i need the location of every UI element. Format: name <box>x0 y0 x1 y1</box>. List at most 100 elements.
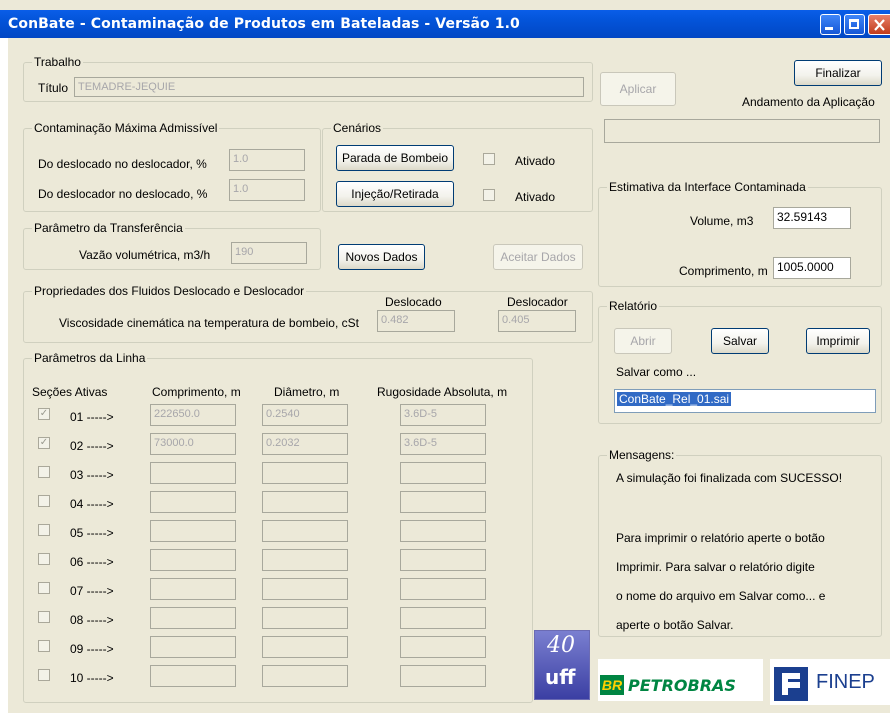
volume-label: Volume, m3 <box>690 214 754 228</box>
cenarios-group: Cenários Parada de Bombeio Ativado Injeç… <box>322 121 593 212</box>
section-checkbox[interactable]: ✓ <box>38 408 50 420</box>
message-line: Imprimir. Para salvar o relatório digite <box>616 560 815 574</box>
section-checkbox[interactable] <box>38 640 50 652</box>
abrir-button[interactable]: Abrir <box>614 328 672 354</box>
linha-legend: Parâmetros da Linha <box>32 351 148 365</box>
petrobras-br-mark: BR <box>600 675 624 695</box>
comprimento-cell[interactable] <box>150 578 236 600</box>
finalizar-button[interactable]: Finalizar <box>794 60 882 86</box>
close-button[interactable] <box>868 14 890 35</box>
contaminacao-legend: Contaminação Máxima Admissível <box>32 121 220 135</box>
section-checkbox[interactable] <box>38 611 50 623</box>
diametro-cell[interactable] <box>262 491 348 513</box>
viscosidade-deslocador-field[interactable]: 0.405 <box>498 310 576 332</box>
comprimento-cell[interactable] <box>150 549 236 571</box>
diametro-cell[interactable] <box>262 520 348 542</box>
uff-logo: 40 uff <box>534 630 590 700</box>
diametro-cell[interactable]: 0.2540 <box>262 404 348 426</box>
maximize-icon <box>849 19 859 29</box>
volume-field[interactable]: 32.59143 <box>773 207 851 229</box>
comprimento-cell[interactable]: 73000.0 <box>150 433 236 455</box>
comprimento-cell[interactable] <box>150 665 236 687</box>
diametro-cell[interactable] <box>262 636 348 658</box>
relatorio-legend: Relatório <box>607 299 660 313</box>
rugosidade-cell[interactable] <box>400 607 486 629</box>
comprimento-cell[interactable]: 222650.0 <box>150 404 236 426</box>
section-checkbox[interactable] <box>38 553 50 565</box>
comprimento-cell[interactable] <box>150 520 236 542</box>
section-label: 02 -----> <box>70 439 114 453</box>
deslocado-no-deslocador-field[interactable]: 1.0 <box>229 149 305 171</box>
estimativa-group: Estimativa da Interface Contaminada Volu… <box>598 180 882 287</box>
comprimento-field[interactable]: 1005.0000 <box>773 257 851 279</box>
rugosidade-cell[interactable] <box>400 491 486 513</box>
finep-icon <box>774 667 808 701</box>
propriedades-group: Propriedades dos Fluidos Deslocado e Des… <box>23 284 593 343</box>
diametro-cell[interactable] <box>262 578 348 600</box>
window-title: ConBate - Contaminação de Produtos em Ba… <box>8 16 520 32</box>
estimativa-legend: Estimativa da Interface Contaminada <box>607 180 808 194</box>
rugosidade-cell[interactable] <box>400 462 486 484</box>
section-checkbox[interactable] <box>38 524 50 536</box>
comprimento-cell[interactable] <box>150 491 236 513</box>
rugosidade-cell[interactable] <box>400 549 486 571</box>
uff-logo-number: 40 <box>547 633 575 658</box>
section-label: 05 -----> <box>70 526 114 540</box>
parada-ativado-label: Ativado <box>515 154 556 168</box>
finep-text: FINEP <box>816 671 875 693</box>
salvar-como-input[interactable]: ConBate_Rel_01.sai <box>614 389 876 413</box>
rugosidade-cell[interactable] <box>400 665 486 687</box>
minimize-icon <box>825 27 833 30</box>
rugosidade-cell[interactable] <box>400 520 486 542</box>
diametro-cell[interactable]: 0.2032 <box>262 433 348 455</box>
novos-dados-button[interactable]: Novos Dados <box>338 244 425 270</box>
rugosidade-cell[interactable]: 3.6D-5 <box>400 433 486 455</box>
comprimento-cell[interactable] <box>150 607 236 629</box>
salvar-button[interactable]: Salvar <box>711 328 769 354</box>
parada-de-bombeio-button[interactable]: Parada de Bombeio <box>336 145 454 171</box>
transferencia-group: Parâmetro da Transferência Vazão volumét… <box>23 221 321 270</box>
diametro-cell[interactable] <box>262 665 348 687</box>
diametro-cell[interactable] <box>262 607 348 629</box>
message-line: Para imprimir o relatório aperte o botão <box>616 531 825 545</box>
comprimento-cell[interactable] <box>150 462 236 484</box>
message-line: aperte o botão Salvar. <box>616 618 734 632</box>
petrobras-text: PETROBRAS <box>628 676 736 695</box>
section-checkbox[interactable] <box>38 495 50 507</box>
section-checkbox[interactable] <box>38 582 50 594</box>
vazao-label: Vazão volumétrica, m3/h <box>79 248 211 262</box>
rugosidade-cell[interactable] <box>400 578 486 600</box>
injecao-ativado-checkbox[interactable] <box>483 189 495 201</box>
diametro-header: Diâmetro, m <box>274 385 340 399</box>
propriedades-legend: Propriedades dos Fluidos Deslocado e Des… <box>32 284 307 298</box>
section-checkbox[interactable] <box>38 669 50 681</box>
comprimento-cell[interactable] <box>150 636 236 658</box>
viscosidade-deslocado-field[interactable]: 0.482 <box>377 310 455 332</box>
vazao-field[interactable]: 190 <box>231 242 307 264</box>
finep-logo: FINEP <box>770 659 890 705</box>
deslocador-no-deslocado-field[interactable]: 1.0 <box>229 179 305 201</box>
section-label: 08 -----> <box>70 613 114 627</box>
salvar-como-label: Salvar como ... <box>616 365 697 379</box>
titulo-field[interactable]: TEMADRE-JEQUIE <box>74 77 584 97</box>
diametro-cell[interactable] <box>262 462 348 484</box>
parada-ativado-checkbox[interactable] <box>483 153 495 165</box>
minimize-button[interactable] <box>820 14 841 35</box>
section-checkbox[interactable]: ✓ <box>38 437 50 449</box>
aceitar-dados-button[interactable]: Aceitar Dados <box>493 244 583 270</box>
message-line: o nome do arquivo em Salvar como... e <box>616 589 826 603</box>
progress-bar <box>604 119 880 143</box>
rugosidade-cell[interactable] <box>400 636 486 658</box>
section-checkbox[interactable] <box>38 466 50 478</box>
filename-text: ConBate_Rel_01.sai <box>617 392 732 406</box>
injecao-retirada-button[interactable]: Injeção/Retirada <box>336 181 454 207</box>
deslocado-column-label: Deslocado <box>385 295 442 309</box>
diametro-cell[interactable] <box>262 549 348 571</box>
andamento-label: Andamento da Aplicação <box>742 95 875 109</box>
aplicar-button[interactable]: Aplicar <box>600 72 676 106</box>
imprimir-button[interactable]: Imprimir <box>806 328 870 354</box>
maximize-button[interactable] <box>844 14 865 35</box>
rugosidade-cell[interactable]: 3.6D-5 <box>400 404 486 426</box>
title-bar[interactable]: ConBate - Contaminação de Produtos em Ba… <box>0 10 890 38</box>
mensagens-legend: Mensagens: <box>607 448 677 462</box>
